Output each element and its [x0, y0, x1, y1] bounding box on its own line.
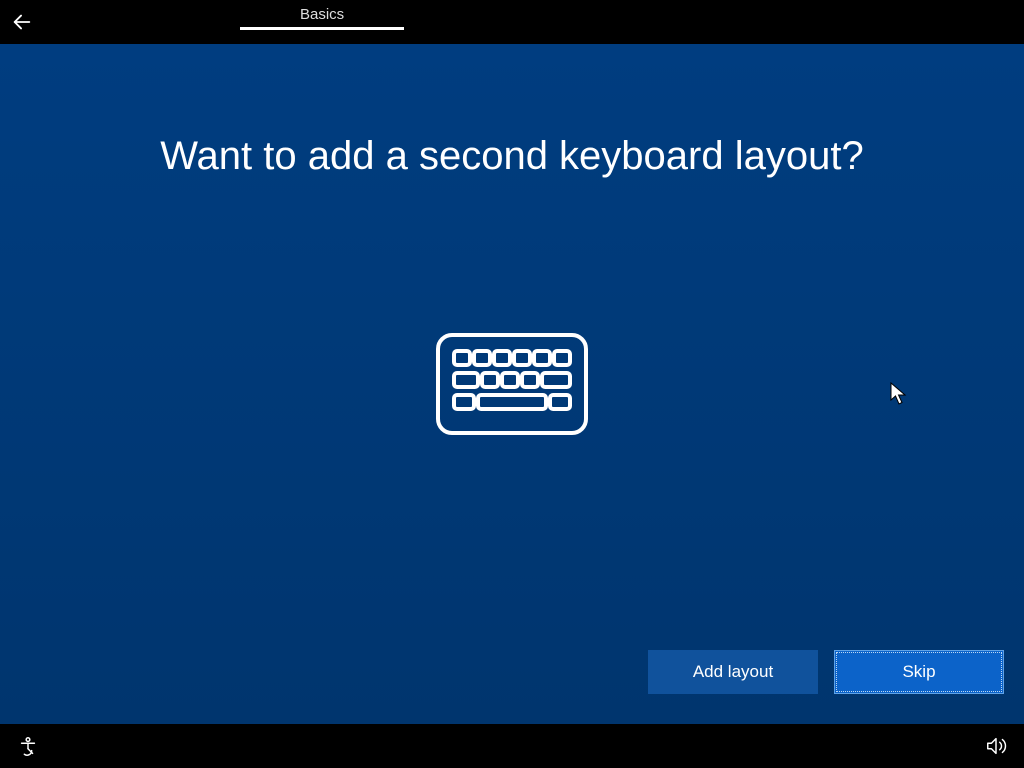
- tab-basics[interactable]: Basics: [240, 0, 404, 44]
- button-row: Add layout Skip: [648, 650, 1004, 694]
- accessibility-icon: [17, 735, 39, 757]
- main-panel: Want to add a second keyboard layout?: [0, 44, 1024, 724]
- cursor-icon: [890, 382, 908, 411]
- keyboard-icon: [432, 329, 592, 444]
- add-layout-button[interactable]: Add layout: [648, 650, 818, 694]
- volume-button[interactable]: [982, 732, 1010, 760]
- back-arrow-icon: [11, 11, 33, 33]
- tab-underline: [240, 27, 404, 30]
- top-bar: Basics: [0, 0, 1024, 44]
- back-button[interactable]: [0, 0, 44, 44]
- keyboard-illustration: [432, 329, 592, 444]
- bottom-bar: [0, 724, 1024, 768]
- tab-label: Basics: [240, 0, 404, 27]
- ease-of-access-button[interactable]: [14, 732, 42, 760]
- speaker-icon: [985, 735, 1007, 757]
- page-title: Want to add a second keyboard layout?: [160, 134, 863, 179]
- skip-button[interactable]: Skip: [834, 650, 1004, 694]
